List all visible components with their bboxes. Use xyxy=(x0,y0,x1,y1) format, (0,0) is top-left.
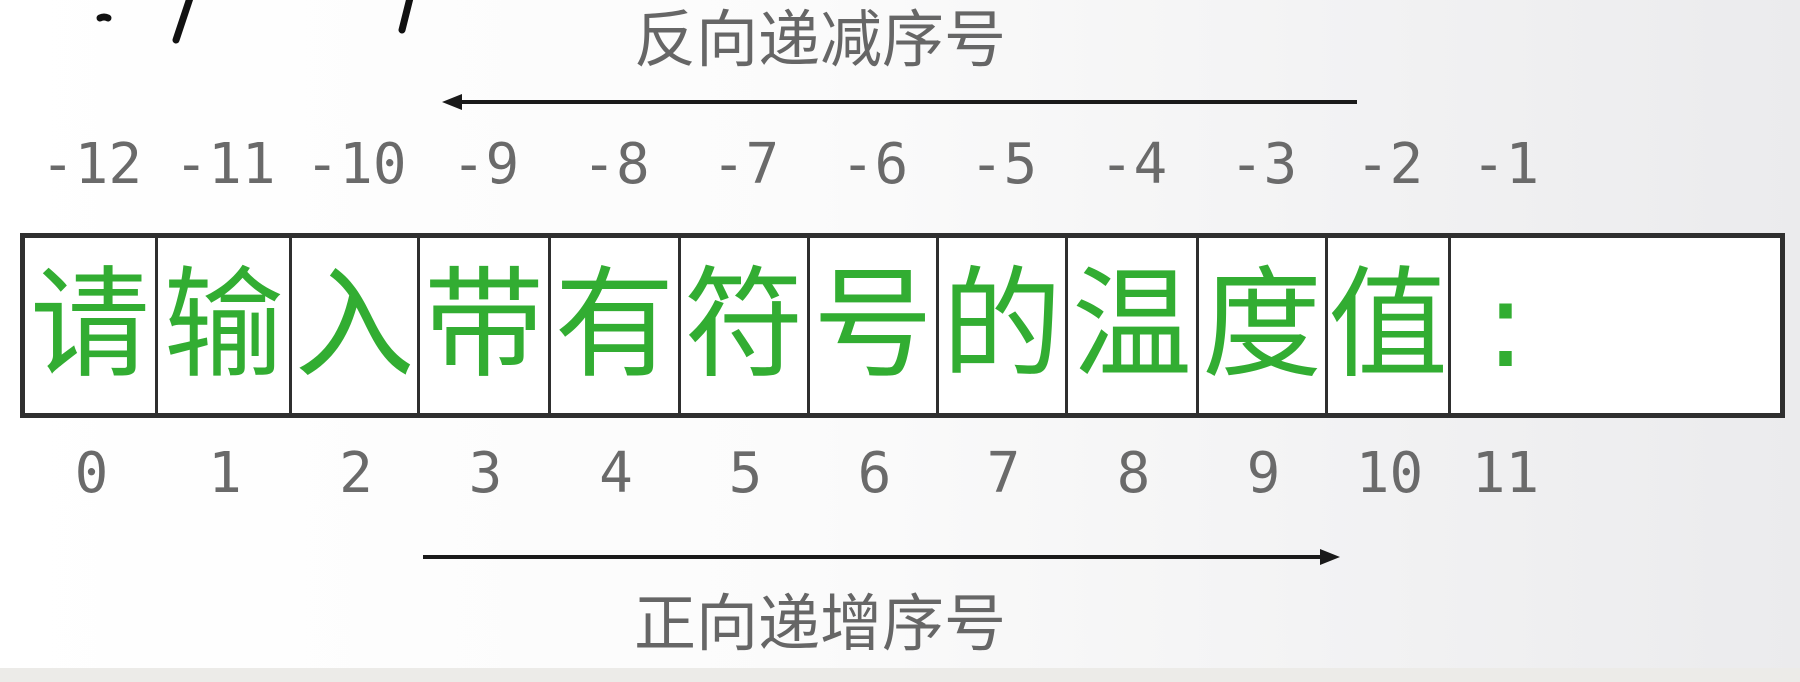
negative-index: -11 xyxy=(174,132,276,197)
character-cell: 输 xyxy=(158,238,292,413)
character-strip: 请输入带有符号的温度值: xyxy=(20,233,1785,418)
positive-index: 1 xyxy=(208,441,242,506)
negative-index: -6 xyxy=(840,132,909,197)
handwritten-scribble-icon xyxy=(96,0,414,44)
negative-index: -8 xyxy=(582,132,650,197)
character-glyph: 温 xyxy=(1072,255,1192,395)
reverse-index-label: 反向递减序号 xyxy=(633,3,1006,76)
negative-index: -7 xyxy=(711,132,780,197)
character-glyph: : xyxy=(1485,255,1526,395)
character-glyph: 的 xyxy=(942,255,1062,395)
negative-index: -10 xyxy=(305,132,407,197)
bottom-edge-strip xyxy=(0,668,1800,682)
negative-index: -12 xyxy=(40,132,143,197)
character-glyph: 值 xyxy=(1328,255,1448,395)
character-glyph: 符 xyxy=(684,255,804,395)
character-cell: 入 xyxy=(292,238,420,413)
character-cell: 请 xyxy=(25,238,158,413)
negative-index: -2 xyxy=(1355,132,1424,197)
character-glyph: 带 xyxy=(424,255,544,395)
character-glyph: 入 xyxy=(294,255,415,395)
character-glyph: 输 xyxy=(163,255,284,395)
character-cell: 温 xyxy=(1068,238,1199,413)
positive-index: 4 xyxy=(599,441,633,506)
positive-index: 2 xyxy=(339,441,373,506)
negative-index: -9 xyxy=(451,132,520,197)
character-glyph: 请 xyxy=(30,255,150,395)
forward-index-label: 正向递增序号 xyxy=(633,587,1006,660)
character-cell: : xyxy=(1451,238,1560,413)
character-cell: 值 xyxy=(1328,238,1451,413)
positive-index: 6 xyxy=(857,441,892,506)
character-cell: 带 xyxy=(420,238,551,413)
character-cell: 度 xyxy=(1199,238,1328,413)
character-cell: 的 xyxy=(939,238,1068,413)
negative-index: -1 xyxy=(1471,132,1540,197)
character-glyph: 有 xyxy=(554,255,675,395)
positive-index: 10 xyxy=(1355,441,1424,506)
negative-index: -5 xyxy=(969,132,1038,197)
positive-index: 8 xyxy=(1116,441,1151,506)
character-cell: 有 xyxy=(551,238,681,413)
character-glyph: 号 xyxy=(813,255,933,395)
negative-index: -4 xyxy=(1099,132,1168,197)
negative-index: -3 xyxy=(1229,132,1298,197)
positive-index: 9 xyxy=(1246,441,1281,506)
positive-index: 3 xyxy=(468,441,503,506)
positive-index: 11 xyxy=(1471,441,1540,506)
positive-index: 5 xyxy=(728,441,763,506)
positive-index: 0 xyxy=(74,441,109,506)
positive-index: 7 xyxy=(986,441,1021,506)
character-glyph: 度 xyxy=(1202,255,1322,395)
character-cell: 号 xyxy=(810,238,939,413)
character-cell: 符 xyxy=(681,238,810,413)
